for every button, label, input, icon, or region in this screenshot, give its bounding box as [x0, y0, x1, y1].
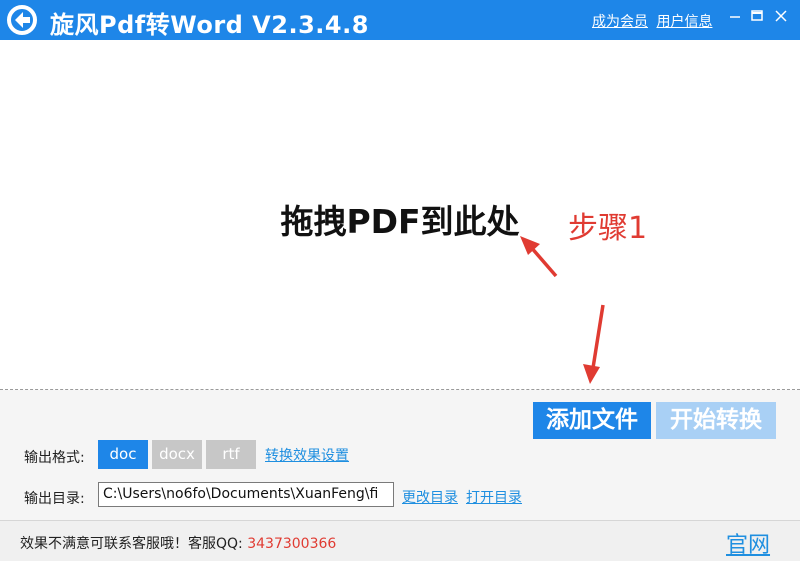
open-dir-link[interactable]: 打开目录: [466, 487, 522, 507]
start-convert-button[interactable]: 开始转换: [656, 402, 776, 439]
format-docx-button[interactable]: docx: [152, 440, 202, 469]
format-doc-button[interactable]: doc: [98, 440, 148, 469]
output-dir-field[interactable]: C:\Users\no6fo\Documents\XuanFeng\fi: [98, 482, 394, 507]
arrow-to-add-button-icon: [583, 304, 605, 384]
add-files-button[interactable]: 添加文件: [533, 402, 651, 439]
qq-number: 3437300366: [247, 536, 337, 552]
arrow-to-drop-icon: [520, 236, 558, 278]
format-rtf-button[interactable]: rtf: [206, 440, 256, 469]
footer: 效果不满意可联系客服哦！客服QQ: 3437300366 官网: [0, 520, 800, 561]
output-format-label: 输出格式:: [24, 450, 85, 466]
official-site-link[interactable]: 官网: [726, 527, 770, 559]
support-text: 效果不满意可联系客服哦！客服QQ:: [20, 536, 248, 552]
support-info: 效果不满意可联系客服哦！客服QQ: 3437300366: [20, 533, 336, 553]
output-dir-label: 输出目录:: [24, 491, 85, 507]
step-annotation: 步骤1: [568, 211, 648, 246]
change-dir-link[interactable]: 更改目录: [402, 487, 458, 507]
conversion-settings-link[interactable]: 转换效果设置: [265, 445, 349, 465]
